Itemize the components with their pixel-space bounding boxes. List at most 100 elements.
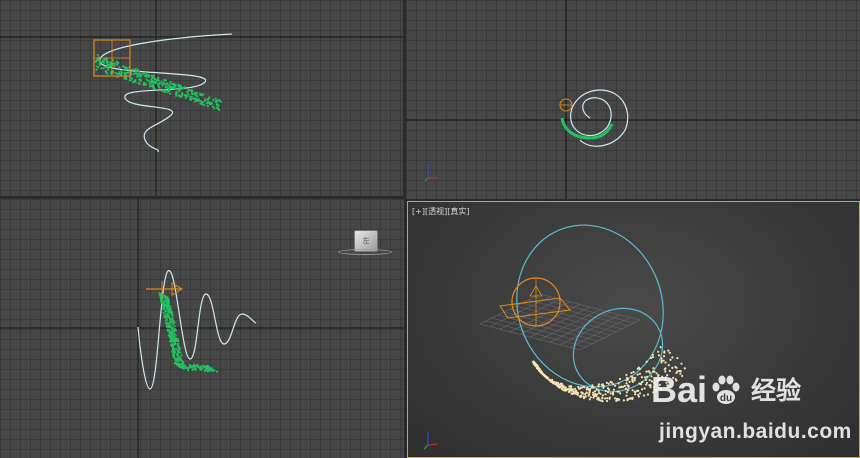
particle (145, 78, 148, 81)
particle (615, 399, 618, 402)
particle (163, 79, 166, 82)
particle (168, 324, 171, 327)
particle (173, 355, 176, 358)
particle (179, 351, 182, 354)
particle (134, 72, 137, 75)
particle (661, 375, 664, 378)
particle (666, 374, 669, 377)
particle (631, 378, 634, 381)
particle (648, 384, 651, 387)
particle (657, 374, 660, 377)
particle (169, 92, 172, 95)
particle (167, 306, 170, 310)
particle (571, 392, 574, 395)
particle (638, 392, 642, 395)
particle (660, 359, 663, 362)
viewport-front[interactable] (406, 0, 860, 199)
particle (169, 339, 172, 343)
particle (174, 84, 177, 87)
particle (660, 388, 663, 391)
particle (653, 381, 656, 384)
particle (638, 372, 641, 375)
particle (175, 339, 178, 342)
particle (577, 385, 580, 389)
particle (627, 385, 630, 388)
particle (630, 371, 633, 375)
particle (606, 397, 609, 400)
viewport-top[interactable] (0, 0, 403, 196)
particle (172, 344, 175, 347)
particle (660, 357, 663, 360)
particle (206, 367, 209, 370)
particle (154, 82, 157, 85)
particle (597, 389, 600, 392)
particle (637, 389, 640, 392)
particle (199, 92, 202, 95)
particle (564, 389, 567, 392)
particle (651, 356, 655, 359)
particle (213, 369, 216, 372)
particle (604, 397, 607, 400)
viewcube-ring[interactable] (338, 249, 392, 255)
particle (632, 370, 635, 374)
particle (187, 89, 190, 92)
viewport-left[interactable]: 左 (0, 199, 404, 458)
particle (153, 87, 156, 91)
particle (132, 81, 135, 84)
particle (168, 321, 171, 324)
particle (165, 325, 168, 328)
particle (633, 390, 636, 393)
axis-tripod-icon (424, 164, 438, 182)
particle (644, 378, 648, 381)
particle (97, 66, 100, 69)
particle (584, 393, 587, 396)
particle (162, 81, 165, 84)
particle (203, 103, 206, 106)
particle (656, 379, 659, 382)
particle (637, 395, 640, 398)
particle (206, 104, 209, 107)
particle (195, 98, 198, 101)
particle (568, 385, 571, 388)
particle (145, 75, 148, 78)
particle (152, 74, 155, 77)
particle (100, 67, 103, 70)
particle (137, 70, 140, 73)
particle (665, 381, 668, 384)
particle (98, 59, 101, 62)
particle (173, 332, 176, 335)
particle (557, 383, 560, 386)
particle (188, 365, 191, 368)
particle (169, 335, 172, 338)
particle (625, 394, 628, 397)
particle (129, 76, 132, 79)
particle (605, 399, 609, 403)
particle (180, 354, 183, 357)
particle (150, 81, 153, 84)
particle (122, 68, 125, 71)
particle (98, 63, 101, 66)
particle (608, 397, 611, 400)
particle (177, 94, 180, 97)
particle (135, 70, 138, 73)
particle (104, 66, 107, 69)
particle (168, 84, 171, 87)
particle (147, 74, 150, 77)
viewport-perspective[interactable]: [+][透视][真实] (407, 201, 860, 458)
particle (170, 326, 173, 329)
particle (143, 81, 146, 84)
particle (618, 386, 621, 389)
particle (140, 73, 143, 76)
particle (558, 386, 561, 389)
particle (129, 79, 132, 82)
particle (668, 351, 671, 354)
particle (607, 388, 611, 391)
particle (618, 377, 622, 381)
particle (628, 380, 631, 383)
particle (657, 350, 660, 353)
particle (200, 93, 204, 96)
particle (138, 82, 141, 85)
particle (164, 319, 167, 322)
particle (651, 353, 654, 356)
particle (176, 349, 179, 352)
